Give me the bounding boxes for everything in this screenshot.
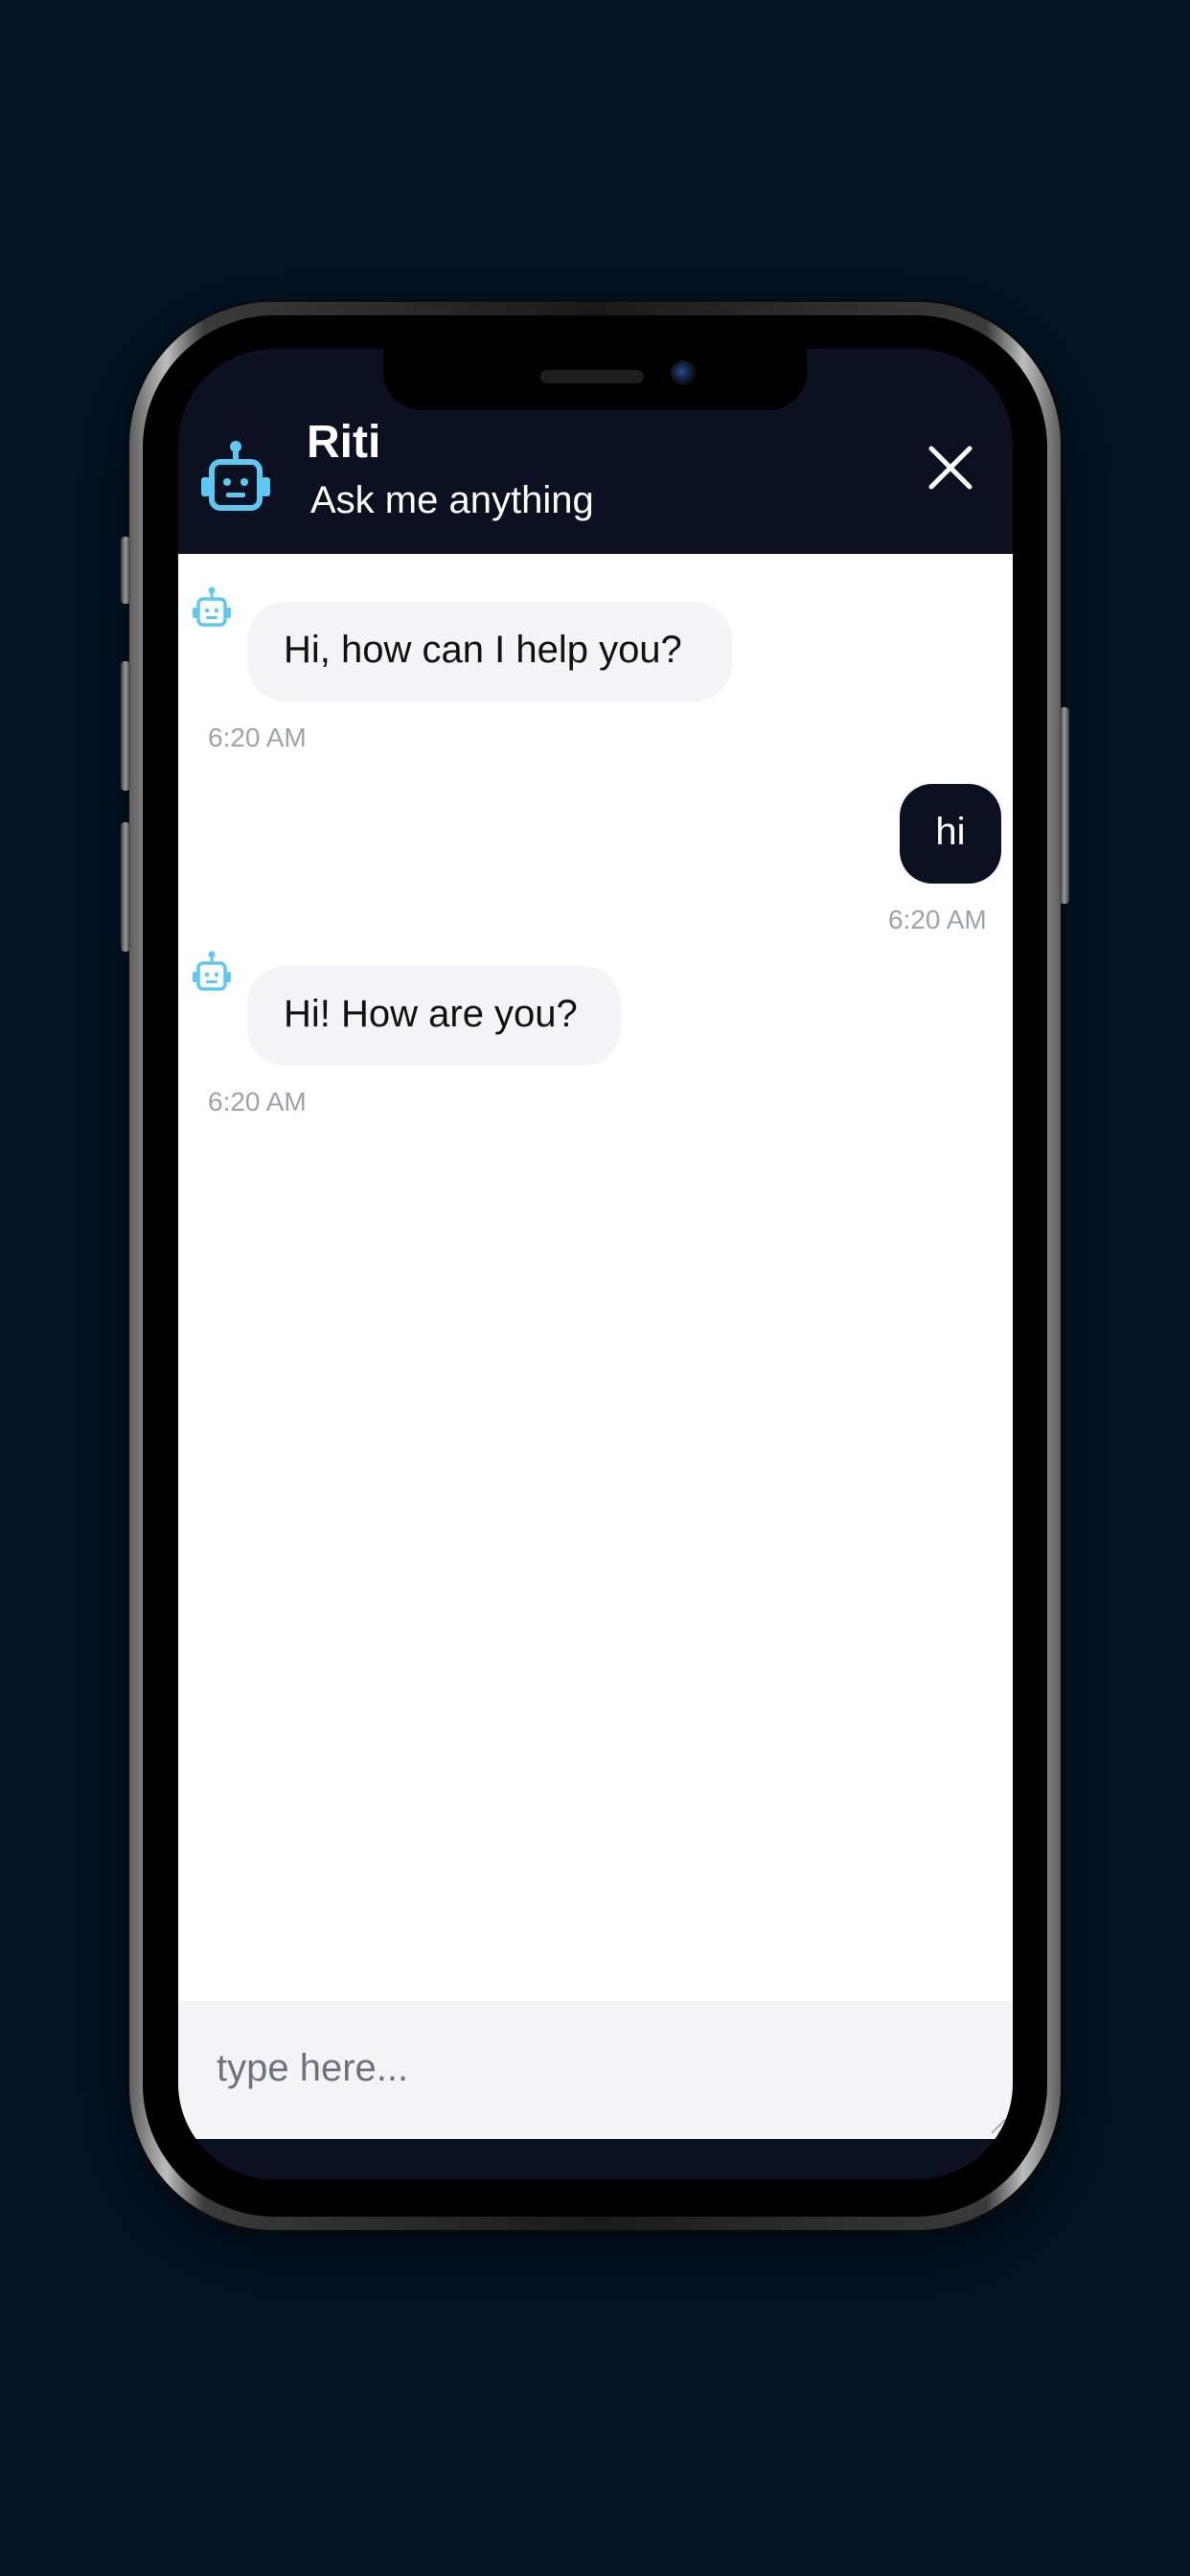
robot-icon [193,586,231,627]
robot-icon [201,441,270,511]
bot-name: Riti [307,417,381,468]
message-timestamp: 6:20 AM [208,1087,307,1116]
message-timestamp: 6:20 AM [888,905,987,934]
message-list[interactable]: Hi, how can I help you? 6:20 AM hi 6:20 … [178,554,1013,2001]
message-timestamp: 6:20 AM [208,723,307,752]
resize-grip-icon[interactable] [988,2116,1007,2135]
volume-up-button [121,661,130,791]
notch [383,349,807,410]
volume-down-button [121,822,130,952]
bot-message-bubble: Hi, how can I help you? [247,602,732,702]
mute-switch [121,537,130,604]
front-camera [671,360,696,385]
screen-bottom-bar [178,2139,1013,2179]
bot-subtitle: Ask me anything [310,479,594,521]
message-composer [178,2001,1013,2139]
phone-screen: Riti Ask me anything Hi, how can I help … [178,349,1013,2179]
bot-message-bubble: Hi! How are you? [247,966,621,1066]
message-input[interactable] [178,2001,1013,2139]
close-icon[interactable] [926,443,975,493]
speaker-grille [540,370,644,383]
power-button [1060,707,1069,904]
chat-header: Riti Ask me anything [178,391,1013,554]
user-message-bubble: hi [900,784,1001,884]
robot-icon [193,951,231,991]
